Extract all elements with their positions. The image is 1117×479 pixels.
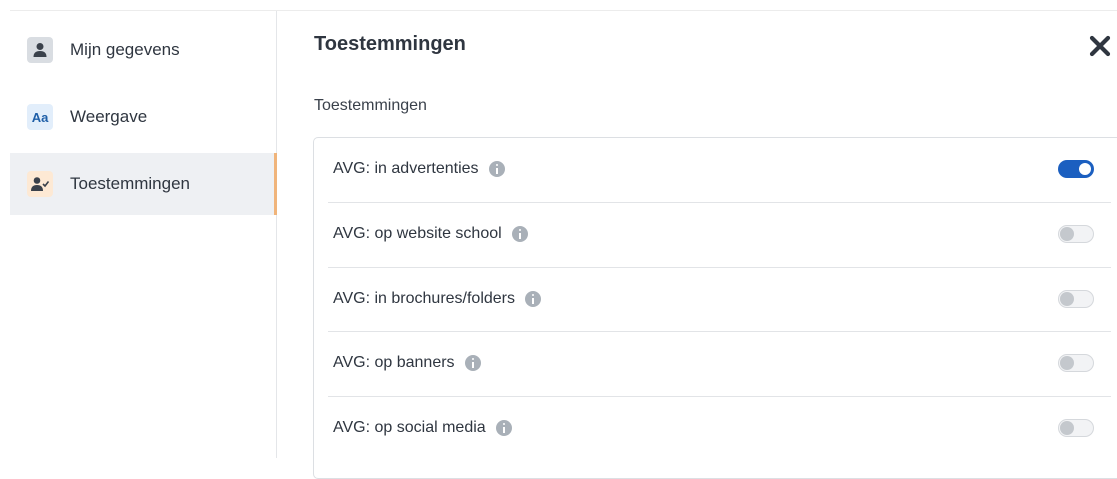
permission-label: AVG: op social media [333, 419, 486, 436]
permission-toggle[interactable] [1058, 225, 1094, 243]
toggle-knob [1060, 356, 1074, 370]
sidebar-item-weergave[interactable]: Aa Weergave [10, 86, 276, 148]
toggle-knob [1060, 421, 1074, 435]
permission-label: AVG: op banners [333, 354, 455, 371]
page-title: Toestemmingen [314, 33, 466, 55]
permission-row: AVG: in brochures/folders [314, 268, 1117, 332]
close-button[interactable] [1088, 34, 1112, 58]
permission-toggle[interactable] [1058, 290, 1094, 308]
permissions-card: AVG: in advertenties AVG: op website sch… [313, 137, 1117, 479]
sidebar: Mijn gegevens Aa Weergave Toestemmingen [10, 11, 277, 458]
sidebar-item-label: Mijn gegevens [70, 40, 180, 59]
toggle-knob [1079, 163, 1091, 175]
permission-toggle[interactable] [1058, 160, 1094, 178]
user-check-icon [27, 171, 53, 197]
user-icon [27, 37, 53, 63]
permission-row: AVG: in advertenties [314, 138, 1117, 202]
permission-label: AVG: op website school [333, 225, 502, 242]
toggle-knob [1060, 292, 1074, 306]
close-icon [1089, 35, 1111, 57]
info-icon[interactable] [495, 420, 512, 436]
info-icon[interactable] [511, 226, 528, 242]
sidebar-item-label: Weergave [70, 107, 148, 126]
sidebar-item-label: Toestemmingen [70, 174, 191, 193]
section-label: Toestemmingen [314, 97, 427, 114]
permission-label: AVG: in brochures/folders [333, 290, 516, 307]
permission-row: AVG: op social media [314, 397, 1117, 461]
permission-toggle[interactable] [1058, 354, 1094, 372]
toggle-knob [1060, 227, 1074, 241]
main-panel: Toestemmingen Toestemmingen AVG: in adve… [277, 11, 1117, 479]
sidebar-item-toestemmingen[interactable]: Toestemmingen [10, 153, 277, 215]
text-size-icon: Aa [27, 104, 53, 130]
permission-toggle[interactable] [1058, 419, 1094, 437]
info-icon[interactable] [488, 161, 505, 177]
settings-dialog: Mijn gegevens Aa Weergave Toestemmingen … [10, 10, 1117, 479]
permission-row: AVG: op banners [314, 332, 1117, 396]
permission-row: AVG: op website school [314, 203, 1117, 267]
info-icon[interactable] [464, 355, 481, 371]
permission-label: AVG: in advertenties [333, 160, 479, 177]
sidebar-item-mijn-gegevens[interactable]: Mijn gegevens [10, 19, 276, 81]
info-icon[interactable] [525, 291, 542, 307]
